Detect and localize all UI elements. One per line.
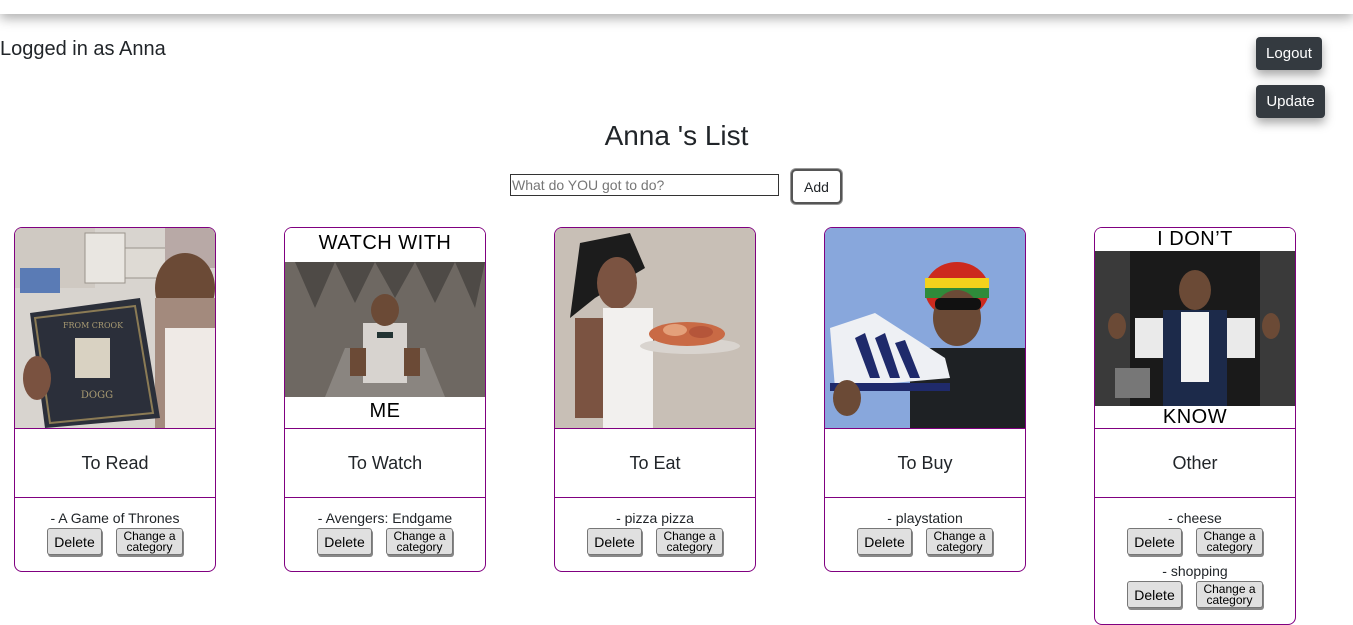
logged-in-label: Logged in as Anna xyxy=(0,38,166,60)
item-list: - playstation Delete Change a category xyxy=(825,498,1025,571)
meme-caption-bottom: ME xyxy=(285,400,485,423)
item-list: - Avengers: Endgame Delete Change a categ… xyxy=(285,498,485,571)
delete-button[interactable]: Delete xyxy=(1127,528,1182,555)
delete-button[interactable]: Delete xyxy=(317,528,372,555)
list-item: - A Game of Thrones xyxy=(50,510,180,526)
delete-button[interactable]: Delete xyxy=(587,528,642,555)
category-name: To Read xyxy=(15,429,215,498)
delete-button[interactable]: Delete xyxy=(1127,581,1182,608)
change-category-button[interactable]: Change a category xyxy=(926,528,993,555)
pizza-photo xyxy=(555,228,755,428)
todo-input[interactable] xyxy=(510,174,779,196)
list-item: - cheese xyxy=(1168,510,1222,526)
list-item: - playstation xyxy=(887,510,963,526)
shrug-photo xyxy=(1095,228,1295,428)
category-card-to-eat: To Eat - pizza pizza Delete Change a cate… xyxy=(554,227,756,572)
page-title: Anna 's List xyxy=(604,120,749,151)
top-navbar xyxy=(0,0,1353,14)
category-image: WATCH WITH ME xyxy=(285,228,485,429)
change-category-button[interactable]: Change a category xyxy=(656,528,723,555)
change-category-button[interactable]: Change a category xyxy=(1196,528,1263,555)
update-button[interactable]: Update xyxy=(1256,85,1325,118)
logout-button[interactable]: Logout xyxy=(1256,37,1322,70)
category-card-other: I DON’T KNOW Other - cheese Delete Chang… xyxy=(1094,227,1296,625)
item-list: - cheese Delete Change a category - shopp… xyxy=(1095,498,1295,624)
category-name: To Watch xyxy=(285,429,485,498)
item-list: - A Game of Thrones Delete Change a categ… xyxy=(15,498,215,571)
category-card-to-buy: To Buy - playstation Delete Change a cate… xyxy=(824,227,1026,572)
change-category-button[interactable]: Change a category xyxy=(386,528,453,555)
meme-caption-bottom: KNOW xyxy=(1095,406,1295,428)
category-card-to-read: FROM CROOK DOGG To Read - A Game of Thro… xyxy=(14,227,216,572)
list-item: - shopping xyxy=(1162,563,1228,579)
add-button[interactable]: Add xyxy=(791,169,842,204)
item-list: - pizza pizza Delete Change a category xyxy=(555,498,755,571)
sneaker-photo xyxy=(825,228,1025,428)
meme-caption-top: WATCH WITH xyxy=(285,232,485,255)
delete-button[interactable]: Delete xyxy=(857,528,912,555)
category-image xyxy=(825,228,1025,429)
list-item: - Avengers: Endgame xyxy=(317,510,453,526)
svg-text:DOGG: DOGG xyxy=(81,390,113,401)
change-category-button[interactable]: Change a category xyxy=(116,528,183,555)
list-item: - pizza pizza xyxy=(616,510,694,526)
throne-photo xyxy=(285,228,485,428)
change-category-button[interactable]: Change a category xyxy=(1196,581,1263,608)
category-image xyxy=(555,228,755,429)
category-name: To Buy xyxy=(825,429,1025,498)
reading-photo: FROM CROOK DOGG xyxy=(15,228,215,428)
category-image: FROM CROOK DOGG xyxy=(15,228,215,429)
delete-button[interactable]: Delete xyxy=(47,528,102,555)
svg-text:FROM CROOK: FROM CROOK xyxy=(63,321,124,330)
meme-caption-top: I DON’T xyxy=(1095,228,1295,251)
category-card-to-watch: WATCH WITH ME To Watch - Avengers: Endga… xyxy=(284,227,486,572)
category-image: I DON’T KNOW xyxy=(1095,228,1295,429)
category-name: To Eat xyxy=(555,429,755,498)
category-name: Other xyxy=(1095,429,1295,498)
